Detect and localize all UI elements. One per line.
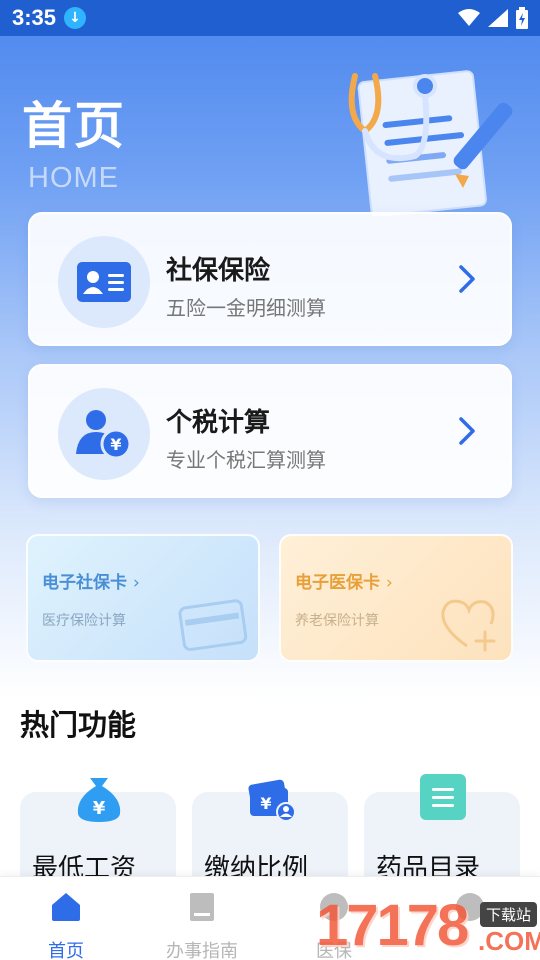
status-icons	[458, 7, 528, 29]
mini-card-title: 电子医保卡 ›	[295, 573, 393, 593]
wallet-user-icon: ¥	[248, 779, 296, 822]
status-time: 3:35	[12, 5, 57, 30]
home-icon	[52, 893, 80, 921]
tab-guide[interactable]: 办事指南	[152, 891, 252, 960]
e-medical-insurance-card[interactable]: 电子医保卡 › 养老保险计算	[279, 534, 513, 662]
tab-label: 首页	[48, 941, 84, 960]
document-list-icon	[420, 774, 466, 820]
card-title: 个税计算	[166, 408, 271, 438]
chevron-right-icon	[459, 417, 475, 445]
chevron-right-icon	[459, 265, 475, 293]
heart-plus-icon	[441, 599, 496, 652]
watermark-logo: 17178 下载站 .COM	[316, 892, 540, 960]
id-card-icon	[77, 262, 131, 302]
svg-text:¥: ¥	[110, 435, 121, 454]
tab-label: 办事指南	[166, 941, 238, 960]
chevron-right-icon: ›	[133, 573, 140, 593]
svg-text:¥: ¥	[93, 798, 106, 819]
income-tax-card[interactable]: ¥ 个税计算 专业个税汇算测算	[28, 364, 512, 498]
user-yuan-icon: ¥	[76, 410, 132, 460]
card-icon-circle: ¥	[58, 388, 150, 480]
mini-card-title: 电子社保卡 ›	[42, 573, 140, 593]
chevron-right-icon: ›	[386, 573, 393, 593]
medical-document-illustration	[348, 70, 513, 216]
e-social-security-card[interactable]: 电子社保卡 › 医疗保险计算	[26, 534, 260, 662]
tab-home[interactable]: 首页	[16, 891, 116, 960]
card-icon-circle	[58, 236, 150, 328]
card-title: 社保保险	[166, 256, 271, 286]
social-insurance-card[interactable]: 社保保险 五险一金明细测算	[28, 212, 512, 346]
watermark-tag: 下载站	[480, 902, 538, 927]
money-bag-icon: ¥	[77, 778, 121, 822]
download-icon: ↓	[64, 7, 87, 29]
mini-card-subtitle: 医疗保险计算	[42, 613, 126, 629]
wifi-icon	[458, 9, 480, 26]
svg-text:¥: ¥	[260, 794, 271, 813]
page-subtitle: HOME	[28, 162, 119, 194]
signal-icon	[488, 9, 508, 27]
watermark-number: 17178	[316, 893, 469, 958]
bank-card-icon	[178, 599, 248, 651]
hot-functions-title: 热门功能	[20, 708, 137, 742]
page-title: 首页	[22, 97, 126, 155]
mini-card-subtitle: 养老保险计算	[295, 613, 379, 629]
book-icon	[190, 893, 214, 921]
watermark-domain: .COM	[478, 926, 540, 956]
card-subtitle: 五险一金明细测算	[166, 296, 326, 320]
status-bar: 3:35 ↓	[0, 0, 540, 36]
card-subtitle: 专业个税汇算测算	[166, 448, 326, 472]
battery-icon	[516, 7, 528, 29]
